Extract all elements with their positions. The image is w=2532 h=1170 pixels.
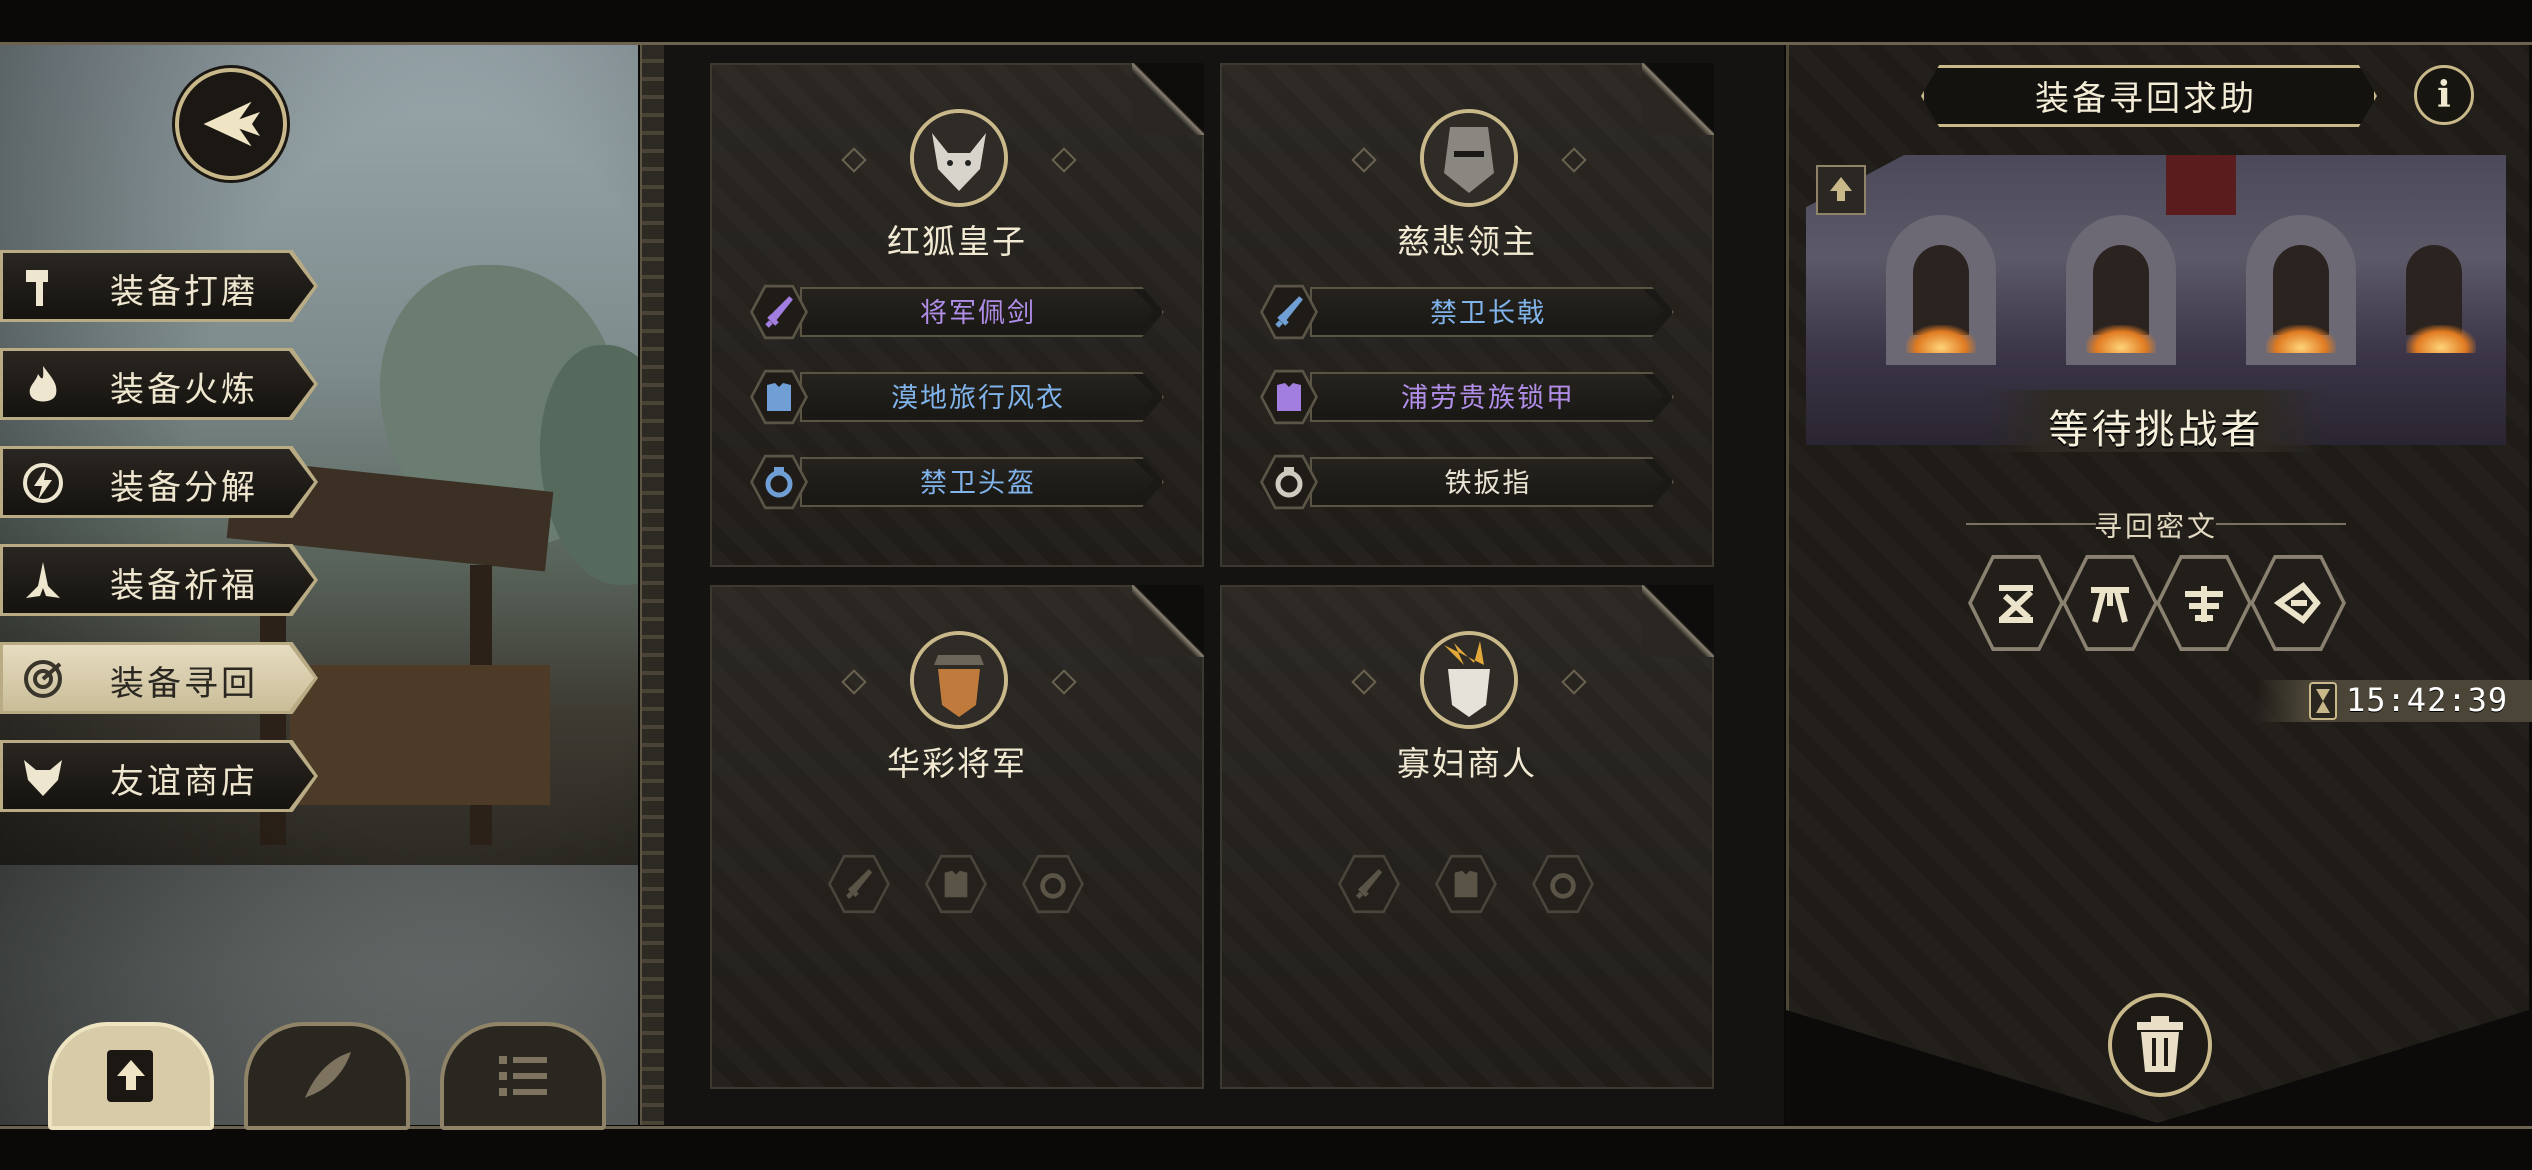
item-name: 禁卫长戟 [1430, 298, 1546, 329]
equipment-slot[interactable]: 浦劳贵族锁甲 [1260, 368, 1674, 425]
item-name: 禁卫头盔 [920, 468, 1036, 499]
panel-title: 装备寻回求助 [2035, 79, 2257, 119]
upload-icon [107, 1050, 153, 1102]
armor-icon [1454, 870, 1478, 898]
fox-portrait-avatar [910, 109, 1008, 207]
menu-item-forge[interactable]: 装备火炼 [0, 348, 318, 420]
character-name: 华彩将军 [887, 744, 1027, 783]
rune-title: 寻回密文 [2093, 510, 2218, 543]
menu-label: 装备寻回 [110, 664, 258, 704]
help-panel: 装备寻回求助 i 等待挑战者 寻回密文 15:42:39 [1786, 45, 2532, 1125]
request-card[interactable]: 寡妇商人 [1220, 585, 1714, 1089]
back-button[interactable] [175, 68, 287, 180]
status-text: 等待挑战者 [2048, 407, 2264, 453]
back-arrow-icon [196, 94, 261, 154]
general-portrait-avatar [910, 631, 1008, 729]
share-button[interactable] [1816, 165, 1866, 215]
armor-icon [767, 383, 791, 411]
menu-item-polish[interactable]: 装备打磨 [0, 250, 318, 322]
flame-icon [29, 366, 57, 402]
hourglass-icon [2309, 682, 2337, 720]
equipment-slot[interactable]: 禁卫长戟 [1260, 283, 1674, 340]
request-card[interactable]: 慈悲领主 禁卫长戟 浦劳贵族锁甲 铁扳指 [1220, 63, 1714, 567]
item-name: 将军佩剑 [920, 298, 1036, 329]
feather-button[interactable] [244, 1022, 410, 1130]
rune-1-icon [1998, 585, 2034, 623]
character-name: 寡妇商人 [1397, 744, 1537, 783]
sword-icon [765, 296, 793, 328]
menu-label: 装备祈福 [110, 566, 258, 606]
halberd-icon [1275, 296, 1303, 328]
menu-item-retrieve[interactable]: 装备寻回 [0, 642, 318, 714]
trash-icon [2137, 1016, 2183, 1072]
rune-2-icon [2091, 587, 2129, 623]
list-icon [499, 1056, 547, 1096]
feather-icon [305, 1052, 351, 1098]
armor-icon [1277, 383, 1301, 411]
item-name: 漠地旅行风衣 [891, 383, 1065, 414]
request-card[interactable]: 华彩将军 [710, 585, 1204, 1089]
menu-item-dismantle[interactable]: 装备分解 [0, 446, 318, 518]
rune-4-icon [2273, 581, 2321, 625]
equipment-slot[interactable]: 漠地旅行风衣 [750, 368, 1164, 425]
sword-icon [845, 869, 873, 899]
item-name: 铁扳指 [1444, 468, 1532, 499]
menu-label: 装备打磨 [110, 272, 258, 312]
item-name: 浦劳贵族锁甲 [1401, 383, 1575, 414]
countdown-timer: 15:42:39 [2346, 681, 2509, 719]
request-card[interactable]: 红狐皇子 将军佩剑 漠地旅行风衣 禁卫头盔 [710, 63, 1204, 567]
target-icon [24, 660, 62, 698]
hammer-icon [26, 270, 48, 306]
sword-icon [1355, 869, 1383, 899]
praying-hands-icon [26, 562, 60, 598]
menu-label: 友谊商店 [110, 762, 258, 802]
ring-icon [1040, 873, 1066, 899]
menu-label: 装备分解 [110, 468, 258, 508]
equipment-slot[interactable]: 禁卫头盔 [750, 453, 1164, 510]
rune-3-icon [2185, 586, 2223, 622]
equipment-slot[interactable]: 铁扳指 [1260, 453, 1674, 510]
upload-button[interactable] [48, 1022, 214, 1130]
character-name: 慈悲领主 [1397, 222, 1537, 261]
menu-item-bless[interactable]: 装备祈福 [0, 544, 318, 616]
armor-icon [944, 870, 968, 898]
ring-icon [765, 467, 793, 498]
upload-icon [1830, 177, 1852, 201]
equipment-slot[interactable]: 将军佩剑 [750, 283, 1164, 340]
delete-button[interactable] [2108, 993, 2212, 1097]
info-button[interactable]: i [2414, 65, 2474, 125]
merchant-portrait-avatar [1420, 631, 1518, 729]
ring-icon [1550, 873, 1576, 899]
character-name: 红狐皇子 [887, 222, 1027, 261]
fox-icon [24, 760, 62, 796]
menu-item-friend-shop[interactable]: 友谊商店 [0, 740, 318, 812]
lord-portrait-avatar [1420, 109, 1518, 207]
lightning-icon [23, 463, 63, 503]
menu-label: 装备火炼 [110, 370, 258, 410]
request-grid: 红狐皇子 将军佩剑 漠地旅行风衣 禁卫头盔 慈悲领主 禁卫长戟 浦劳贵族锁甲 铁… [664, 45, 1784, 1125]
list-button[interactable] [440, 1022, 606, 1130]
ring-icon [1275, 467, 1303, 498]
